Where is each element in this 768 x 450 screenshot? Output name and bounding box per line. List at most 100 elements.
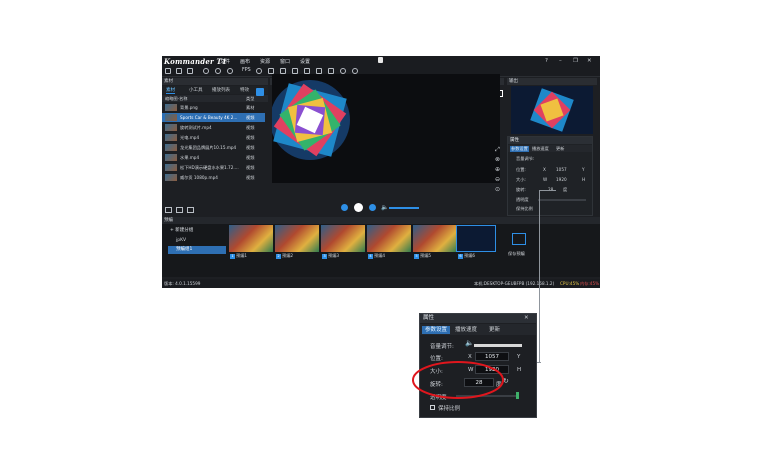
zoom-in-icon[interactable]: ⊕ — [494, 166, 501, 173]
menu-resources[interactable]: 资源 — [260, 58, 270, 65]
tab-assets[interactable]: 素材 — [166, 87, 175, 94]
mem-text: 内存:45% — [580, 281, 600, 286]
preview-thumb[interactable] — [321, 225, 365, 252]
keep-ratio-checkbox[interactable]: 保持比例 — [516, 206, 533, 212]
menu-settings[interactable]: 设置 — [300, 58, 310, 65]
w-value[interactable]: 1920 — [556, 177, 567, 182]
preview-caption: 2 预编2 — [276, 253, 294, 259]
w-label: W — [543, 177, 548, 182]
menu-canvas[interactable]: 画布 — [240, 58, 250, 65]
reset-icon[interactable]: ⊙ — [494, 186, 501, 193]
keep-ratio-checkbox[interactable] — [430, 405, 435, 410]
prev-button[interactable] — [341, 204, 348, 211]
fullscreen-icon[interactable]: ⤢ — [494, 146, 501, 153]
list-item[interactable]: 光电.mp4 视频 — [162, 133, 265, 142]
tab-update[interactable]: 更新 — [486, 326, 503, 334]
list-item[interactable]: 龙光集团品牌展片10.15.mp4 视频 — [162, 143, 265, 152]
help-button[interactable]: ? — [545, 58, 548, 64]
volume-icon[interactable]: 🔈 — [381, 204, 388, 211]
list-item[interactable]: 水果.mp4 视频 — [162, 153, 265, 162]
highlight-circle — [412, 361, 504, 399]
y-label: Y — [517, 354, 521, 360]
group-item[interactable]: jpKV — [168, 237, 226, 245]
new-group-button[interactable]: + 新建分组 — [170, 227, 193, 233]
minimize-button[interactable]: – — [559, 58, 562, 64]
tab-params[interactable]: 参数设置 — [422, 326, 451, 334]
version-text: 版本: 4.0.1.15599 — [164, 281, 201, 286]
connector-line — [539, 190, 540, 363]
volume-slider[interactable] — [389, 207, 419, 209]
import-icon[interactable] — [187, 207, 194, 213]
speaker-icon[interactable]: 🔈 — [465, 339, 474, 347]
rotate-label: 旋转: — [516, 187, 526, 192]
properties-header: 属性 — [508, 137, 592, 144]
list-item[interactable]: Sports Car & Beauty 4K 2... 视频 — [162, 113, 265, 122]
canvas-art — [270, 80, 350, 160]
thumbnail — [165, 134, 177, 141]
view-list-icon[interactable] — [165, 207, 172, 213]
menu-window[interactable]: 窗口 — [280, 58, 290, 65]
connector-line — [540, 190, 556, 191]
properties-panel-small: 属性 参数设置 播放速度 更新 音量调节: 位置: X 1057 Y 大小: W… — [507, 136, 593, 216]
tab-playlist[interactable]: 播放列表 — [212, 87, 230, 93]
playback-controls: 🔈 — [272, 202, 500, 213]
next-button[interactable] — [369, 204, 376, 211]
plus-icon[interactable] — [227, 68, 233, 74]
save-preview-label[interactable]: 保存预编 — [508, 251, 525, 257]
group-item[interactable]: 预编组1 — [168, 246, 226, 254]
view-grid-icon[interactable] — [176, 207, 183, 213]
maximize-button[interactable]: ❐ — [573, 58, 578, 64]
list-item[interactable]: 松下HD演示硬盘水水果1.72.... 视频 — [162, 163, 265, 172]
list-item[interactable]: 背景.png 素材 — [162, 103, 265, 112]
output-art — [530, 88, 574, 132]
output-preview — [511, 86, 593, 134]
degree-unit: 度 — [563, 187, 568, 192]
lock-icon[interactable] — [378, 57, 383, 63]
cpu-text: CPU:45% — [560, 281, 580, 286]
preview-caption: 5 预编5 — [414, 253, 432, 259]
tab-speed[interactable]: 播放速度 — [452, 326, 480, 334]
opacity-label: 透明度 — [516, 197, 529, 202]
list-item[interactable]: 旋转测试片.mp4 视频 — [162, 123, 265, 132]
canvas-view[interactable] — [270, 74, 500, 183]
preview-thumb[interactable] — [413, 225, 457, 252]
tab-widgets[interactable]: 小工具 — [189, 87, 203, 93]
menu-file[interactable]: 文件 — [220, 58, 230, 65]
list-item[interactable]: 威尔贡 1080p.mp4 视频 — [162, 173, 265, 182]
preview-thumb[interactable] — [275, 225, 319, 252]
thumbnail — [165, 164, 177, 171]
play-button[interactable] — [354, 203, 363, 212]
app-window: Kommander T1 文件 画布 资源 窗口 设置 ? – ❐ ✕ FPS … — [162, 56, 600, 288]
preview-thumb[interactable] — [456, 225, 496, 252]
preview-thumb[interactable] — [229, 225, 273, 252]
thumbnail — [165, 154, 177, 161]
x-value[interactable]: 1057 — [556, 167, 567, 172]
volume-slider[interactable] — [474, 344, 522, 347]
minus-icon[interactable] — [215, 68, 221, 74]
canvas-grid-icon[interactable] — [256, 88, 264, 96]
open-icon[interactable] — [176, 68, 182, 74]
tab-params[interactable]: 参数设置 — [510, 146, 529, 152]
thumbnail — [165, 144, 177, 151]
opacity-slider[interactable] — [538, 199, 586, 201]
preview-thumb[interactable] — [367, 225, 411, 252]
save-preview-icon[interactable] — [512, 233, 526, 245]
title-bar: Kommander T1 文件 画布 资源 窗口 设置 ? – ❐ ✕ — [162, 56, 600, 66]
h-label: H — [517, 367, 522, 373]
h-label: H — [582, 177, 586, 182]
add-icon[interactable] — [203, 68, 209, 74]
close-icon[interactable]: ✕ — [524, 315, 529, 321]
zoom-out-icon[interactable]: ⊖ — [494, 176, 501, 183]
properties-header: 属性 — [420, 314, 536, 323]
gear-icon[interactable] — [256, 68, 262, 74]
close-button[interactable]: ✕ — [587, 58, 592, 64]
tab-effects[interactable]: 特效 — [240, 87, 249, 93]
new-icon[interactable] — [165, 68, 171, 74]
tab-speed[interactable]: 播放速度 — [532, 146, 549, 152]
preview-caption: 4 预编4 — [368, 253, 386, 259]
opacity-handle[interactable] — [516, 392, 519, 399]
assets-header: 素材 — [162, 78, 268, 85]
fit-icon[interactable]: ⊗ — [494, 156, 501, 163]
fps-label[interactable]: FPS — [242, 68, 251, 73]
tab-update[interactable]: 更新 — [556, 146, 564, 152]
